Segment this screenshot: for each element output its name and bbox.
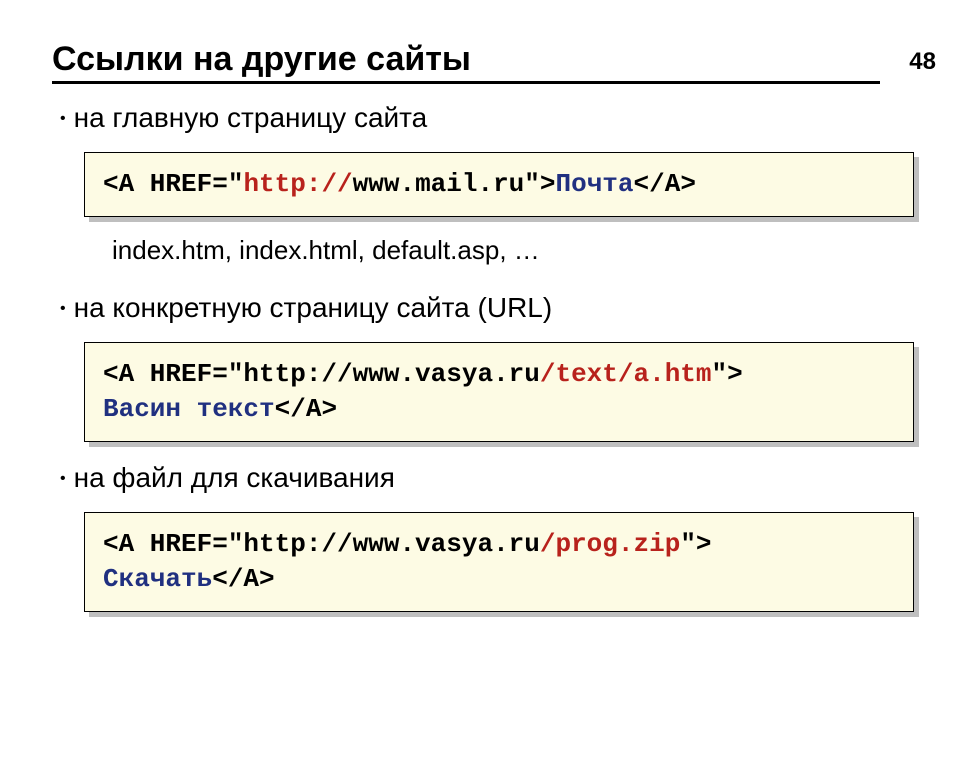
bullet-item-3: • на файл для скачивания (60, 462, 960, 494)
bullet-item-1: • на главную страницу сайта (60, 102, 960, 134)
code-fragment: <A HREF="http://www.vasya.ru (103, 359, 540, 389)
code-fragment: </A> (212, 564, 274, 594)
slide-title: Ссылки на другие сайты (52, 40, 880, 84)
code-example-3: <A HREF="http://www.vasya.ru/prog.zip"> С… (84, 512, 914, 612)
bullet-icon: • (60, 111, 66, 127)
page-number: 48 (909, 48, 936, 76)
code-fragment: http:// (243, 169, 352, 199)
code-fragment: Васин текст (103, 394, 275, 424)
code-fragment: </A> (275, 394, 337, 424)
code-fragment: <A HREF=" (103, 169, 243, 199)
bullet-icon: • (60, 301, 66, 317)
bullet-text: на главную страницу сайта (74, 102, 428, 134)
bullet-icon: • (60, 471, 66, 487)
slide-body: • на главную страницу сайта <A HREF="htt… (60, 102, 960, 612)
bullet-item-2: • на конкретную страницу сайта (URL) (60, 292, 960, 324)
code-example-1: <A HREF="http://www.mail.ru">Почта</A> (84, 152, 914, 217)
code-fragment: "> (712, 359, 743, 389)
code-fragment: </A> (634, 169, 696, 199)
bullet-text: на конкретную страницу сайта (URL) (74, 292, 553, 324)
code-fragment: <A HREF="http://www.vasya.ru (103, 529, 540, 559)
bullet-text: на файл для скачивания (74, 462, 395, 494)
code-fragment: /text/a.htm (540, 359, 712, 389)
code-fragment: Скачать (103, 564, 212, 594)
code-fragment: "> (680, 529, 711, 559)
code-fragment: /prog.zip (540, 529, 680, 559)
code-fragment: Почта (556, 169, 634, 199)
code-fragment: www.mail.ru"> (353, 169, 556, 199)
index-files-note: index.htm, index.html, default.asp, … (112, 235, 960, 266)
code-example-2: <A HREF="http://www.vasya.ru/text/a.htm"… (84, 342, 914, 442)
